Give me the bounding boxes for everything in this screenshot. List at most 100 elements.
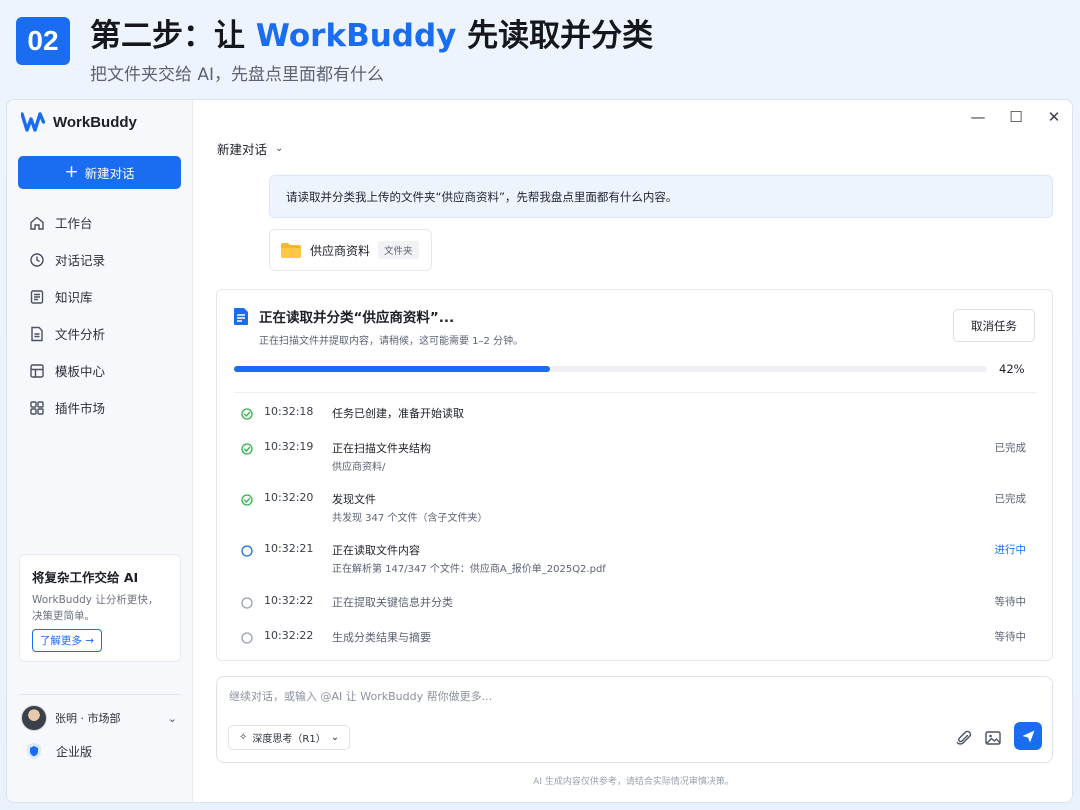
new-chat-label: 新建对话: [84, 166, 135, 181]
plan-indicator: 企业版: [24, 741, 92, 761]
app-logo[interactable]: WorkBuddy: [21, 112, 137, 132]
user-message-bubble: 请读取并分类我上传的文件夹“供应商资料”，先帮我盘点里面都有什么内容。: [269, 175, 1053, 218]
step-status: 已完成: [994, 493, 1027, 505]
grid-icon: [30, 400, 44, 415]
app-name: WorkBuddy: [53, 113, 137, 131]
step-detail: 共发现 347 个文件（含子文件夹）: [332, 513, 488, 524]
template-icon: [30, 363, 44, 378]
progress-percentage: 42%: [999, 362, 1025, 376]
sidebar-item-plugins[interactable]: 插件市场: [7, 389, 193, 426]
chevron-down-icon: ⌄: [330, 732, 340, 743]
sidebar-nav: 工作台 对话记录 知识库 文件分析 模板中心 插件市场: [7, 204, 193, 426]
check-circle-icon: [241, 443, 253, 455]
step-time: 10:32:18: [264, 405, 314, 418]
progress-fill: [234, 366, 551, 372]
step-status: 进行中: [994, 544, 1027, 556]
check-circle-icon: [241, 408, 253, 420]
cancel-task-button[interactable]: 取消任务: [953, 309, 1035, 342]
step-status: 等待中: [994, 631, 1027, 643]
promo-desc-line: WorkBuddy 让分析更快，: [32, 594, 159, 606]
send-icon: [1022, 730, 1034, 742]
home-icon: [30, 216, 44, 230]
conversation-title[interactable]: 新建对话 ⌄: [217, 139, 283, 158]
title-prefix: 第二步：让: [90, 18, 256, 54]
step-detail: 供应商资料/: [332, 462, 386, 473]
step-name: 正在提取关键信息并分类: [332, 596, 453, 609]
chevron-down-icon: ⌄: [167, 711, 177, 725]
title-brand: WorkBuddy: [255, 18, 457, 54]
progress-bar: [234, 366, 987, 372]
step-title: 第二步：让 WorkBuddy 先读取并分类: [90, 14, 653, 58]
check-circle-icon: [241, 494, 253, 506]
promo-description: WorkBuddy 让分析更快， 决策更简单。: [32, 592, 168, 624]
plan-label: 企业版: [56, 744, 93, 759]
folder-type-tag: 文件夹: [378, 241, 419, 259]
new-chat-button[interactable]: + 新建对话: [18, 156, 181, 189]
user-menu[interactable]: 张明 · 市场部 ⌄: [21, 703, 177, 733]
clock-icon: [30, 252, 44, 267]
step-time: 10:32:21: [264, 542, 314, 555]
learn-more-button[interactable]: 了解更多 →: [32, 629, 102, 652]
user-message-text: 请读取并分类我上传的文件夹“供应商资料”，先帮我盘点里面都有什么内容。: [286, 189, 678, 204]
sidebar-item-label: 模板中心: [55, 364, 106, 379]
message-composer[interactable]: 继续对话，或输入 @AI 让 WorkBuddy 帮你做更多... ✧ 深度思考…: [216, 676, 1053, 763]
folder-attachment[interactable]: 供应商资料 文件夹: [269, 229, 432, 271]
sidebar-item-label: 知识库: [55, 290, 93, 305]
sidebar-item-templates[interactable]: 模板中心: [7, 352, 193, 389]
promo-card: 将复杂工作交给 AI WorkBuddy 让分析更快， 决策更简单。 了解更多 …: [19, 554, 181, 662]
step-name: 正在读取文件内容: [332, 544, 420, 557]
attachment-icon[interactable]: [955, 729, 973, 747]
step-name: 生成分类结果与摘要: [332, 631, 431, 644]
sidebar-item-label: 插件市场: [55, 401, 106, 416]
in-progress-circle-icon: [241, 545, 253, 557]
composer-placeholder[interactable]: 继续对话，或输入 @AI 让 WorkBuddy 帮你做更多...: [229, 688, 492, 704]
deep-think-label: 深度思考（R1）: [252, 734, 326, 745]
book-icon: [30, 289, 44, 304]
title-suffix: 先读取并分类: [456, 18, 654, 54]
close-icon[interactable]: ✕: [1044, 108, 1064, 126]
step-detail: 正在解析第 147/347 个文件：供应商A_报价单_2025Q2.pdf: [332, 564, 606, 575]
chevron-down-icon: ⌄: [275, 143, 284, 154]
send-button[interactable]: [1014, 722, 1042, 750]
avatar: [21, 705, 47, 731]
minimize-icon[interactable]: —: [968, 108, 988, 126]
step-number-badge: 02: [16, 17, 70, 65]
step-time: 10:32:19: [264, 440, 314, 453]
sidebar-item-workbench[interactable]: 工作台: [7, 204, 193, 241]
step-time: 10:32:20: [264, 491, 314, 504]
step-name: 正在扫描文件夹结构: [332, 442, 431, 455]
step-time: 10:32:22: [264, 629, 314, 642]
card-divider: [234, 392, 1037, 393]
workbuddy-logo-icon: [21, 112, 45, 132]
step-status: 等待中: [994, 596, 1027, 608]
image-icon[interactable]: [984, 729, 1002, 747]
sidebar-item-file-analysis[interactable]: 文件分析: [7, 315, 193, 352]
sidebar-divider: [19, 694, 181, 695]
sidebar-item-label: 工作台: [55, 216, 93, 231]
sidebar-item-history[interactable]: 对话记录: [7, 241, 193, 278]
step-subtitle: 把文件夹交给 AI，先盘点里面都有什么: [90, 65, 385, 85]
sparkle-icon: ✧: [239, 732, 248, 743]
conversation-title-text: 新建对话: [217, 142, 268, 157]
promo-title: 将复杂工作交给 AI: [32, 570, 139, 585]
main-panel: — ☐ ✕ 新建对话 ⌄ 请读取并分类我上传的文件夹“供应商资料”，先帮我盘点里…: [193, 100, 1072, 802]
shield-icon: [27, 742, 41, 760]
user-name: 张明 · 市场部: [55, 712, 121, 725]
sidebar-item-knowledge[interactable]: 知识库: [7, 278, 193, 315]
sidebar-item-label: 文件分析: [55, 327, 106, 342]
step-status: 已完成: [994, 442, 1027, 454]
document-icon: [234, 308, 248, 325]
task-title: 正在读取并分类“供应商资料”...: [259, 310, 455, 326]
sidebar: WorkBuddy + 新建对话 工作台 对话记录 知识库 文件分析 模板中心 …: [7, 100, 193, 802]
file-icon: [31, 326, 43, 341]
ai-disclaimer: AI 生成内容仅供参考，请结合实际情况审慎决策。: [533, 777, 734, 787]
task-progress-card: 正在读取并分类“供应商资料”... 正在扫描文件并提取内容，请稍候，这可能需要 …: [216, 289, 1053, 661]
maximize-icon[interactable]: ☐: [1006, 108, 1026, 126]
pending-circle-icon: [241, 632, 253, 644]
deep-think-toggle[interactable]: ✧ 深度思考（R1） ⌄: [228, 725, 351, 750]
step-time: 10:32:22: [264, 594, 314, 607]
folder-icon: [281, 242, 301, 258]
step-name: 发现文件: [332, 493, 376, 506]
app-window: WorkBuddy + 新建对话 工作台 对话记录 知识库 文件分析 模板中心 …: [6, 99, 1073, 803]
promo-desc-line: 决策更简单。: [32, 610, 95, 622]
